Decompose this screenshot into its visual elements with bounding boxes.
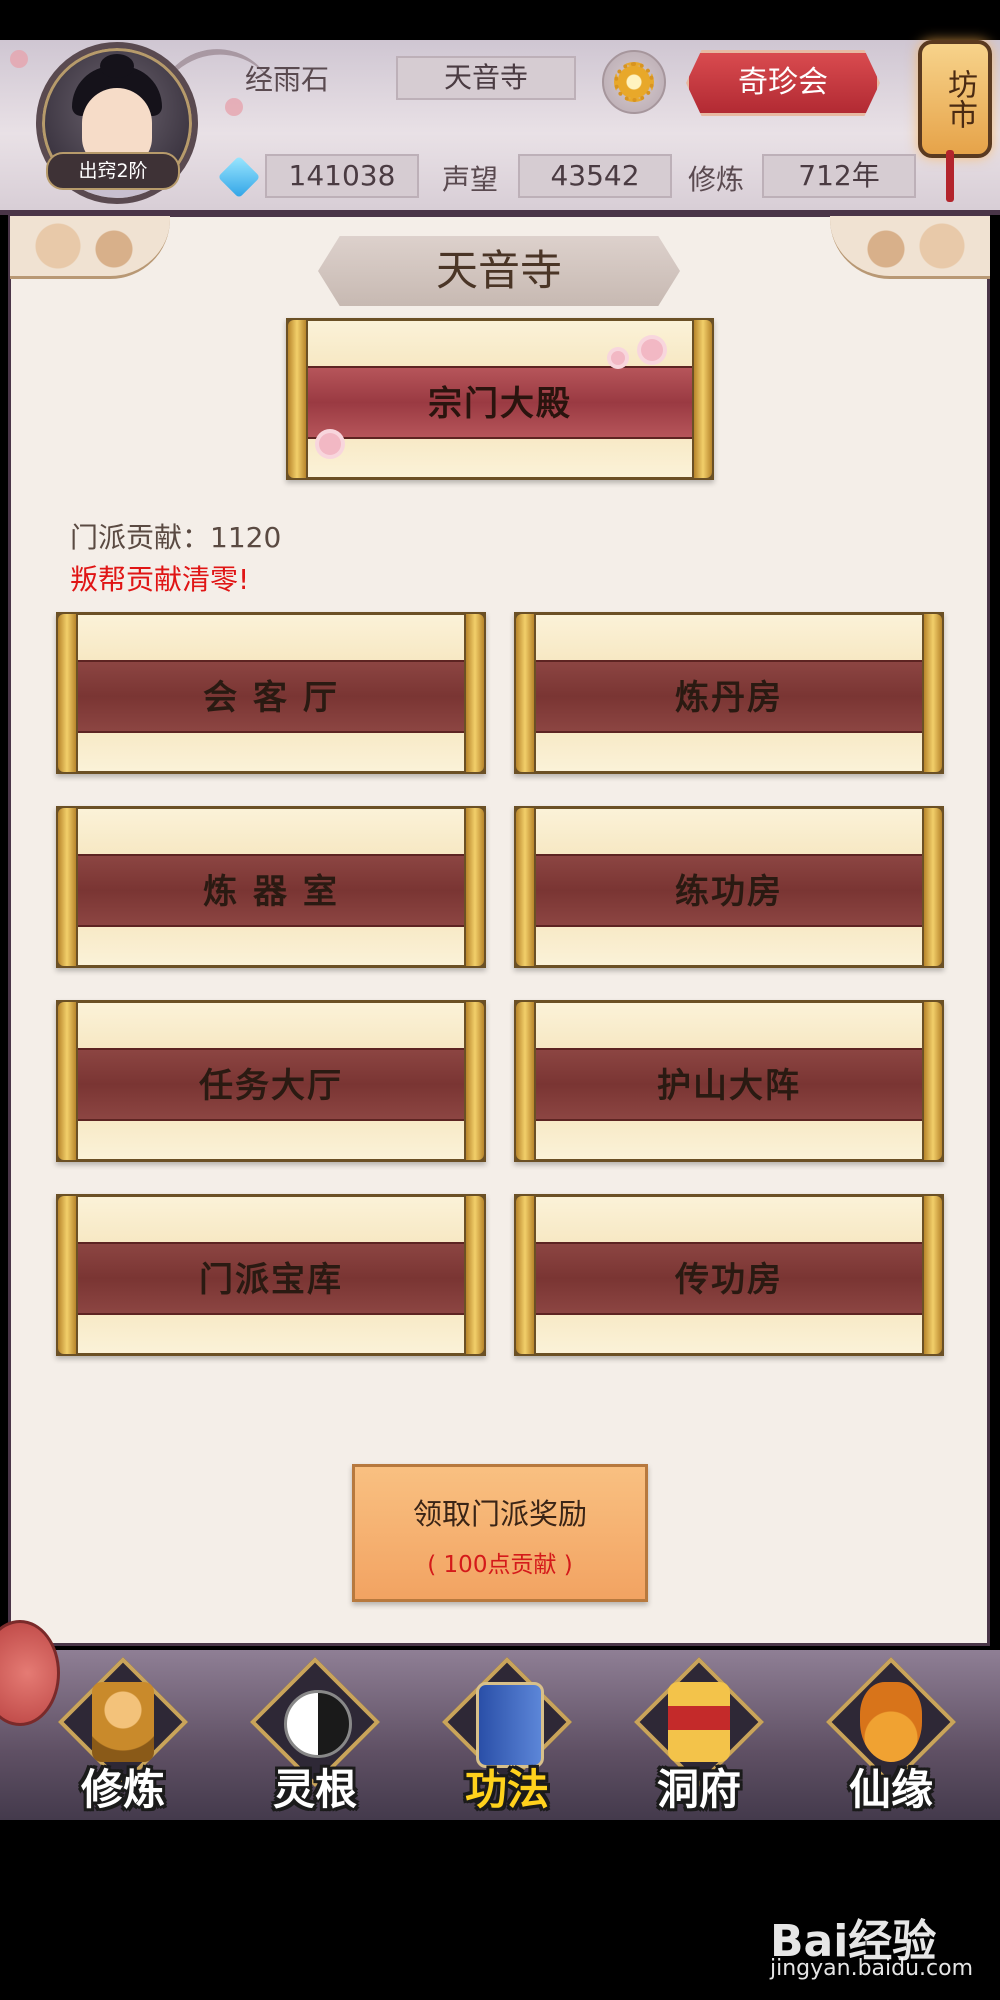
building-label: 护山大阵: [657, 1066, 801, 1107]
main-hall-label: 宗门大殿: [428, 384, 572, 425]
building-label: 练功房: [675, 872, 783, 913]
building-label: 传功房: [675, 1260, 783, 1301]
reward-title: 领取门派奖励: [412, 1497, 587, 1531]
warning-text: 叛帮贡献清零!: [70, 563, 250, 596]
blossom-decoration: [641, 339, 663, 361]
blossom-decoration: [319, 433, 341, 455]
spirit-stone-count: 141038: [265, 154, 419, 198]
building-button-mountain-array[interactable]: 护山大阵: [514, 1000, 944, 1162]
nav-item-cave-dwelling[interactable]: 洞府: [633, 1656, 765, 1818]
lantern-tassel: [946, 150, 954, 202]
nav-item-techniques[interactable]: 功法: [441, 1656, 573, 1818]
reward-cost: ( 100点贡献 ): [427, 1552, 573, 1578]
nav-item-fate[interactable]: 仙缘: [825, 1656, 957, 1818]
claim-reward-button[interactable]: 领取门派奖励 ( 100点贡献 ): [352, 1464, 648, 1602]
settings-button[interactable]: [602, 50, 666, 114]
blossom-decoration: [225, 98, 243, 116]
nav-label: 仙缘: [848, 1765, 933, 1814]
gourd-icon: [860, 1682, 922, 1762]
main-hall-button[interactable]: 宗门大殿: [286, 318, 714, 480]
blossom-decoration: [611, 351, 625, 365]
pagoda-icon: [668, 1682, 730, 1762]
sect-name-box: 天音寺: [396, 56, 576, 100]
building-label: 炼 器 室: [203, 872, 339, 913]
avatar-bun: [100, 54, 134, 78]
yin-yang-sword-icon: [284, 1690, 352, 1758]
building-label: 门派宝库: [199, 1260, 343, 1301]
gear-icon: [614, 62, 654, 102]
building-button-reception-hall[interactable]: 会 客 厅: [56, 612, 486, 774]
cultivation-label: 修炼: [688, 163, 745, 196]
cultivation-value: 712年: [762, 154, 916, 198]
monk-icon: [92, 1682, 154, 1762]
building-button-forge-room[interactable]: 炼 器 室: [56, 806, 486, 968]
resource-label: 经雨石: [245, 63, 330, 96]
blossom-decoration: [10, 50, 28, 68]
building-label: 炼丹房: [675, 678, 783, 719]
market-lantern-button[interactable]: 坊市: [918, 40, 992, 158]
nav-label: 洞府: [656, 1765, 741, 1814]
building-button-alchemy-room[interactable]: 炼丹房: [514, 612, 944, 774]
nav-item-spirit-root[interactable]: 灵根: [249, 1656, 381, 1818]
building-button-teaching-room[interactable]: 传功房: [514, 1194, 944, 1356]
treasure-fair-button[interactable]: 奇珍会: [686, 50, 880, 116]
nav-label: 功法: [464, 1765, 549, 1814]
building-label: 会 客 厅: [203, 678, 339, 719]
building-button-mission-hall[interactable]: 任务大厅: [56, 1000, 486, 1162]
nav-label: 修炼: [80, 1765, 165, 1814]
reputation-value: 43542: [518, 154, 672, 198]
nav-item-cultivate[interactable]: 修炼: [57, 1656, 189, 1818]
building-button-sect-treasury[interactable]: 门派宝库: [56, 1194, 486, 1356]
nav-label: 灵根: [272, 1765, 357, 1814]
page-title: 天音寺: [435, 246, 562, 295]
building-button-training-room[interactable]: 练功房: [514, 806, 944, 968]
watermark-url: jingyan.baidu.com: [770, 1956, 974, 1981]
reputation-label: 声望: [442, 163, 499, 196]
building-label: 任务大厅: [199, 1066, 343, 1107]
contribution-text: 门派贡献：1120: [70, 521, 282, 554]
rank-badge: 出窍2阶: [46, 152, 180, 190]
